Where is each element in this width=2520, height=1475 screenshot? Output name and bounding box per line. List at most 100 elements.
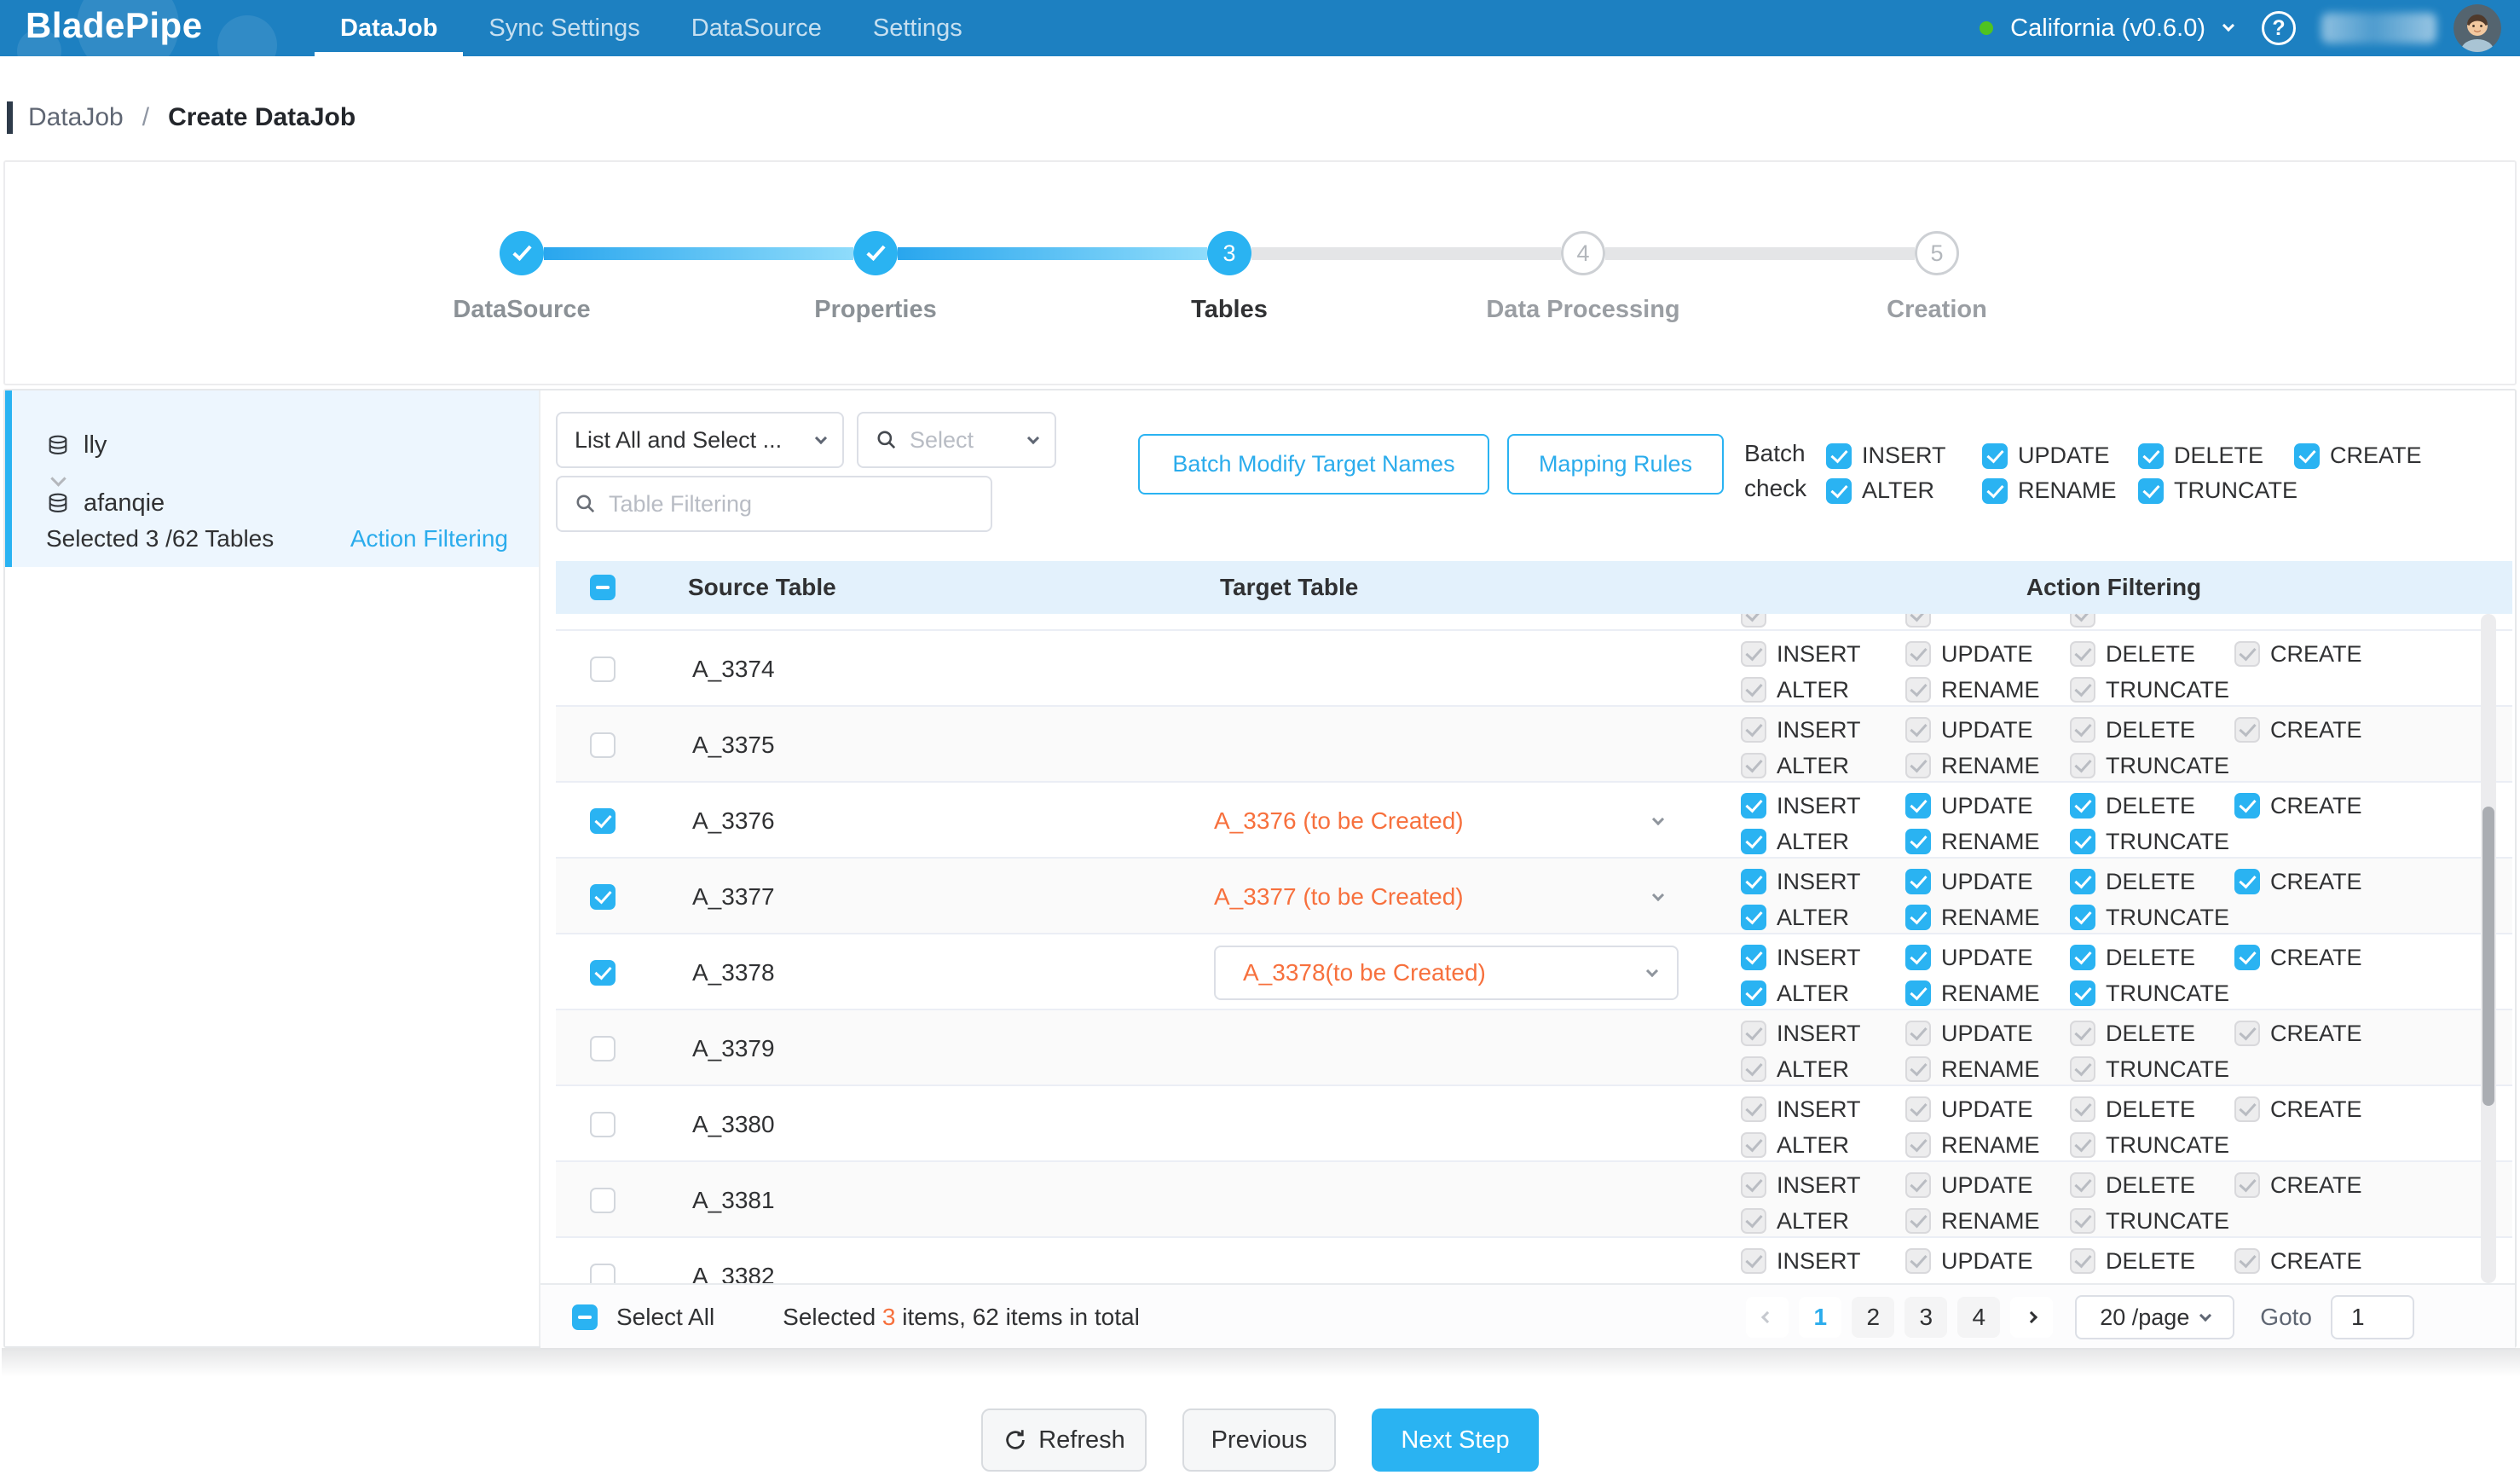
action-checkbox-delete[interactable]	[2138, 443, 2164, 469]
action-option-update: UPDATE	[1905, 1096, 2070, 1123]
direction-chevron-down-icon	[50, 471, 66, 486]
action-checkbox-truncate[interactable]	[2138, 478, 2164, 504]
datasource-pair-item[interactable]: lly afanqie Selected 3 /62 Tables Action…	[5, 390, 539, 567]
row-checkbox[interactable]	[590, 808, 616, 834]
step-creation: 5Creation	[1915, 231, 1959, 275]
chevron-down-icon[interactable]	[1652, 888, 1664, 900]
action-checkbox-create[interactable]	[2234, 869, 2260, 894]
action-checkbox-update[interactable]	[1905, 793, 1931, 818]
action-option-truncate: TRUNCATE	[2070, 980, 2234, 1007]
action-filtering-link[interactable]: Action Filtering	[350, 525, 508, 552]
mapping-rules-button[interactable]: Mapping Rules	[1507, 434, 1724, 495]
action-checkbox-alter[interactable]	[1741, 905, 1766, 930]
action-label: RENAME	[1941, 1056, 2040, 1083]
pagination-page-3[interactable]: 3	[1904, 1297, 1947, 1338]
breadcrumb-parent[interactable]: DataJob	[28, 103, 124, 132]
target-table-select[interactable]: A_3378(to be Created)	[1214, 946, 1679, 1000]
nav-settings[interactable]: Settings	[873, 0, 962, 56]
breadcrumb-separator: /	[142, 103, 149, 132]
row-checkbox[interactable]	[590, 657, 616, 682]
action-checkbox-rename[interactable]	[1982, 478, 2008, 504]
action-option-insert: INSERT	[1741, 1172, 1905, 1199]
page-size-select[interactable]: 20 /page	[2075, 1295, 2234, 1339]
action-checkbox-insert[interactable]	[1826, 443, 1852, 469]
table-filter-input[interactable]: Table Filtering	[556, 476, 992, 532]
action-checkbox-alter[interactable]	[1826, 478, 1852, 504]
action-checkbox-rename	[1905, 677, 1931, 703]
action-checkbox-delete	[2070, 717, 2095, 743]
avatar[interactable]	[2454, 4, 2501, 52]
action-checkbox-rename[interactable]	[1905, 905, 1931, 930]
select-all-header-checkbox[interactable]	[590, 575, 616, 600]
action-checkbox-rename[interactable]	[1905, 829, 1931, 854]
previous-button[interactable]: Previous	[1182, 1408, 1336, 1472]
row-checkbox[interactable]	[590, 960, 616, 986]
action-checkbox-insert[interactable]	[1741, 945, 1766, 970]
nav-datajob[interactable]: DataJob	[340, 0, 437, 56]
row-checkbox[interactable]	[590, 884, 616, 910]
target-table-name[interactable]: A_3376 (to be Created)	[1214, 807, 1464, 835]
action-checkbox-delete[interactable]	[2070, 793, 2095, 818]
row-checkbox[interactable]	[590, 1112, 616, 1137]
action-filtering-cell: INSERTUPDATEDELETECREATEALTERRENAMETRUNC…	[1715, 1086, 2512, 1162]
action-checkbox-insert[interactable]	[1741, 869, 1766, 894]
help-icon[interactable]: ?	[2262, 11, 2296, 45]
action-option-alter: ALTER	[1741, 677, 1905, 703]
action-checkbox-create[interactable]	[2234, 793, 2260, 818]
row-checkbox[interactable]	[590, 1188, 616, 1213]
action-label: ALTER	[1777, 1056, 1849, 1083]
action-option-insert: INSERT	[1741, 717, 1905, 743]
action-checkbox-update[interactable]	[1905, 869, 1931, 894]
brand-logo[interactable]: BladePipe	[26, 5, 203, 46]
action-label: DELETE	[2106, 1021, 2195, 1047]
column-action-filtering: Action Filtering	[1715, 574, 2512, 601]
action-checkbox-rename[interactable]	[1905, 980, 1931, 1006]
env-selector[interactable]: California (v0.6.0)	[2010, 14, 2205, 43]
action-checkbox-truncate[interactable]	[2070, 905, 2095, 930]
action-checkbox-delete[interactable]	[2070, 945, 2095, 970]
action-checkbox-delete[interactable]	[2070, 869, 2095, 894]
action-checkbox-update[interactable]	[1905, 945, 1931, 970]
pagination-next-button[interactable]	[2010, 1297, 2053, 1338]
pagination-page-2[interactable]: 2	[1852, 1297, 1894, 1338]
wizard-stepper-card: DataSourceProperties3Tables4Data Process…	[3, 160, 2517, 385]
action-checkbox-truncate[interactable]	[2070, 980, 2095, 1006]
nav-datasource[interactable]: DataSource	[691, 0, 822, 56]
batch-modify-target-names-button[interactable]: Batch Modify Target Names	[1138, 434, 1489, 495]
action-checkbox-create[interactable]	[2234, 945, 2260, 970]
target-table-name: A_3378(to be Created)	[1243, 959, 1486, 986]
step-label: Creation	[1887, 296, 1987, 324]
next-step-button[interactable]: Next Step	[1372, 1408, 1539, 1472]
select-all-checkbox[interactable]	[572, 1304, 598, 1330]
refresh-button[interactable]: Refresh	[981, 1408, 1147, 1472]
pagination-prev-button[interactable]	[1746, 1297, 1789, 1338]
action-checkbox-update[interactable]	[1982, 443, 2008, 469]
action-checkbox-line: ALTERRENAMETRUNCATE	[1741, 824, 2512, 859]
step-label: Data Processing	[1486, 296, 1679, 324]
action-checkbox-insert[interactable]	[1741, 793, 1766, 818]
action-checkbox-alter[interactable]	[1741, 829, 1766, 854]
pagination-page-4[interactable]: 4	[1957, 1297, 2000, 1338]
table-row: A_3380INSERTUPDATEDELETECREATEALTERRENAM…	[556, 1086, 2512, 1162]
top-navbar: BladePipe DataJob Sync Settings DataSource…	[0, 0, 2520, 56]
list-mode-dropdown[interactable]: List All and Select ...	[556, 412, 844, 468]
goto-page-input[interactable]: 1	[2331, 1295, 2414, 1339]
table-row: A_3377A_3377 (to be Created)INSERTUPDATE…	[556, 859, 2512, 934]
target-table-name[interactable]: A_3377 (to be Created)	[1214, 883, 1464, 911]
list-mode-value: List All and Select ...	[575, 427, 782, 454]
action-checkbox-alter[interactable]	[1741, 980, 1766, 1006]
select-dropdown[interactable]: Select	[857, 412, 1056, 468]
action-option-create: CREATE	[2234, 1096, 2399, 1123]
action-checkbox-create	[2234, 1021, 2260, 1046]
chevron-down-icon[interactable]	[1652, 813, 1664, 824]
action-checkbox-create[interactable]	[2294, 443, 2320, 469]
nav-sync-settings[interactable]: Sync Settings	[488, 0, 639, 56]
chevron-down-icon[interactable]	[2222, 20, 2234, 32]
row-checkbox[interactable]	[590, 1036, 616, 1061]
action-checkbox-truncate[interactable]	[2070, 829, 2095, 854]
row-checkbox[interactable]	[590, 1264, 616, 1284]
action-label: INSERT	[1862, 442, 1946, 469]
row-checkbox[interactable]	[590, 732, 616, 758]
table-scrollbar-thumb[interactable]	[2482, 807, 2494, 1106]
pagination-page-1[interactable]: 1	[1799, 1297, 1841, 1338]
